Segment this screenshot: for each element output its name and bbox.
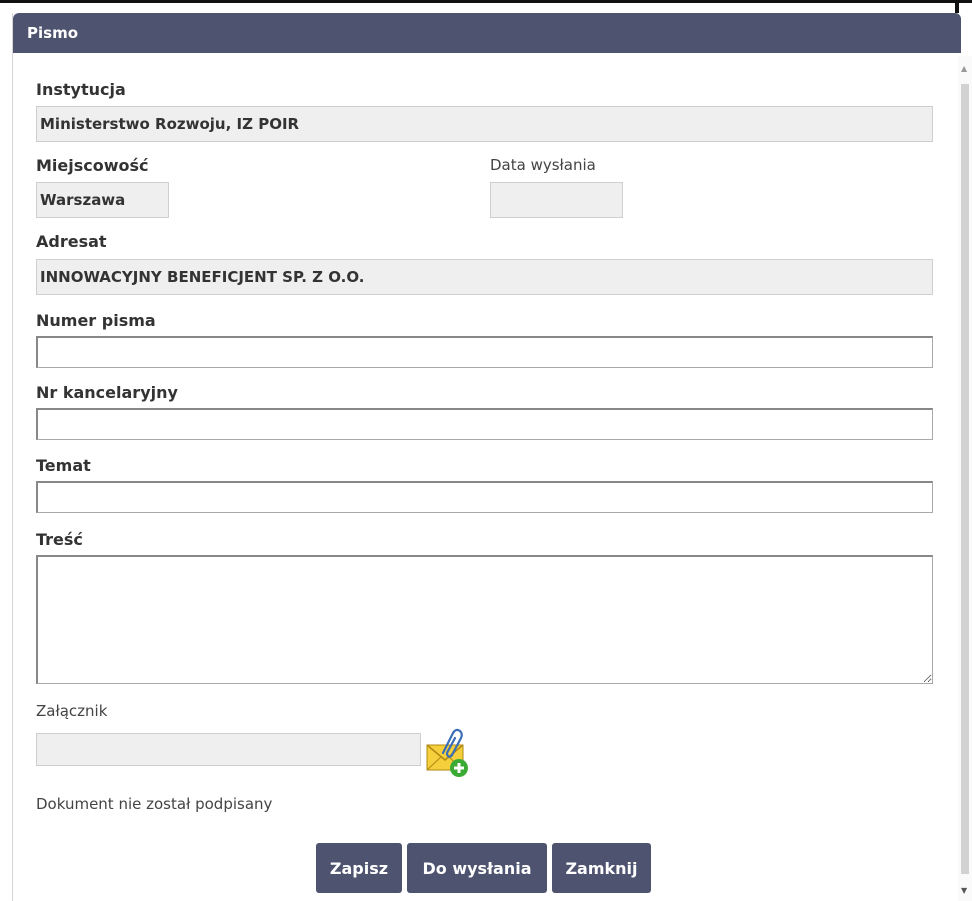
adresat-field: INNOWACYJNY BENEFICJENT SP. Z O.O. bbox=[36, 259, 933, 295]
miejscowosc-label: Miejscowość bbox=[36, 156, 149, 175]
nr-kancelaryjny-input[interactable] bbox=[36, 408, 933, 440]
zalacznik-field bbox=[36, 733, 421, 766]
data-wyslania-field bbox=[490, 182, 623, 218]
envelope-paperclip-add-icon[interactable] bbox=[425, 727, 473, 781]
scroll-up-arrow-icon[interactable]: ▲ bbox=[961, 64, 967, 73]
close-button[interactable]: Zamknij bbox=[552, 843, 651, 893]
numer-pisma-label: Numer pisma bbox=[36, 311, 156, 330]
zalacznik-label: Załącznik bbox=[36, 702, 108, 720]
temat-input[interactable] bbox=[36, 481, 933, 513]
tresc-textarea[interactable] bbox=[36, 555, 933, 684]
data-wyslania-label: Data wysłania bbox=[490, 156, 596, 174]
adresat-label: Adresat bbox=[36, 232, 107, 251]
scroll-down-arrow-icon[interactable]: ▼ bbox=[961, 886, 967, 895]
scrollbar-thumb[interactable] bbox=[961, 84, 969, 874]
dialog-title: Pismo bbox=[13, 13, 961, 53]
temat-label: Temat bbox=[36, 456, 91, 475]
nr-kancelaryjny-label: Nr kancelaryjny bbox=[36, 383, 178, 402]
save-button[interactable]: Zapisz bbox=[316, 843, 402, 893]
tresc-label: Treść bbox=[36, 530, 83, 549]
signature-status-text: Dokument nie został podpisany bbox=[36, 795, 273, 813]
send-button[interactable]: Do wysłania bbox=[407, 843, 547, 893]
window-top-border bbox=[0, 0, 972, 3]
miejscowosc-field: Warszawa bbox=[36, 182, 169, 218]
numer-pisma-input[interactable] bbox=[36, 336, 933, 368]
pismo-dialog: Pismo bbox=[12, 13, 971, 901]
instytucja-label: Instytucja bbox=[36, 80, 126, 99]
instytucja-field: Ministerstwo Rozwoju, IZ POIR bbox=[36, 106, 933, 142]
vertical-scrollbar[interactable]: ▲ ▼ bbox=[958, 56, 972, 901]
